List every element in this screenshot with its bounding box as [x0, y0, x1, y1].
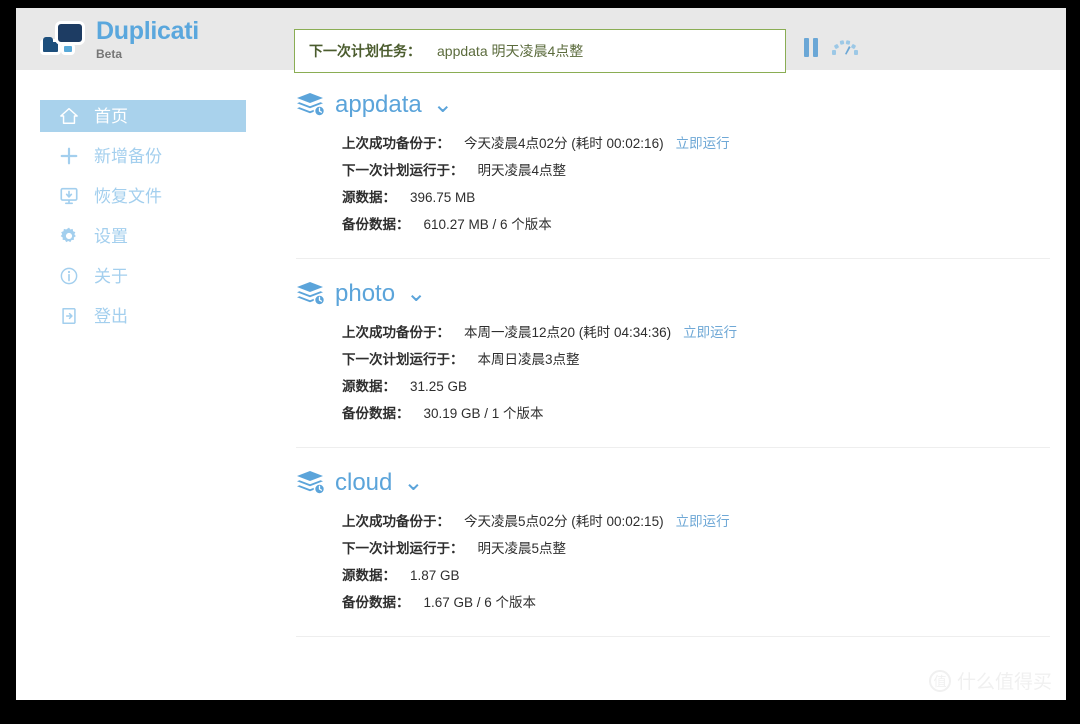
backup-header[interactable]: cloud ⌄ [296, 470, 1050, 496]
app-body: 首页 新增备份 恢复文件 设置 关于 登出 appdata ⌄ 上次成功备份于：… [16, 70, 1066, 700]
home-icon [56, 105, 82, 127]
restore-monitor-icon [56, 185, 82, 207]
backup-stack-clock-icon [296, 92, 326, 118]
sidebar-item-label: 首页 [94, 106, 128, 126]
app-header: Duplicati Beta 下一次计划任务： appdata 明天凌晨4点整 [16, 8, 1066, 73]
brand[interactable]: Duplicati Beta [40, 16, 270, 61]
source-data-value: 396.75 MB [410, 190, 476, 205]
sidebar-item-home[interactable]: 首页 [40, 100, 246, 132]
last-success-label: 上次成功备份于： [342, 325, 450, 340]
sidebar-item-restore-files[interactable]: 恢复文件 [40, 180, 246, 212]
sidebar-item-label: 新增备份 [94, 146, 162, 166]
sidebar-item-about[interactable]: 关于 [40, 260, 246, 292]
next-run-value: 本周日凌晨3点整 [477, 352, 580, 367]
source-data-label: 源数据： [342, 190, 396, 205]
sidebar-item-label: 登出 [94, 306, 128, 326]
next-run-row: 下一次计划运行于： 明天凌晨4点整 [342, 159, 1050, 179]
last-success-row: 上次成功备份于： 今天凌晨4点02分 (耗时 00:02:16) 立即运行 [342, 132, 1050, 152]
backup-list: appdata ⌄ 上次成功备份于： 今天凌晨4点02分 (耗时 00:02:1… [262, 70, 1066, 700]
chevron-down-icon[interactable]: ⌄ [406, 282, 426, 306]
source-data-label: 源数据： [342, 379, 396, 394]
backup-data-label: 备份数据： [342, 595, 410, 610]
source-data-row: 源数据： 1.87 GB [342, 564, 1050, 584]
run-now-link[interactable]: 立即运行 [683, 321, 737, 341]
backup-data-row: 备份数据： 30.19 GB / 1 个版本 [342, 402, 1050, 422]
run-now-link[interactable]: 立即运行 [676, 132, 730, 152]
chevron-down-icon[interactable]: ⌄ [433, 93, 453, 117]
brand-title: Duplicati [96, 16, 199, 45]
backup-card: cloud ⌄ 上次成功备份于： 今天凌晨5点02分 (耗时 00:02:15)… [296, 470, 1050, 637]
next-run-row: 下一次计划运行于： 本周日凌晨3点整 [342, 348, 1050, 368]
chevron-down-icon[interactable]: ⌄ [403, 471, 423, 495]
backup-card: photo ⌄ 上次成功备份于： 本周一凌晨12点20 (耗时 04:34:36… [296, 281, 1050, 448]
next-scheduled-task-banner: 下一次计划任务： appdata 明天凌晨4点整 [294, 29, 786, 73]
duplicati-app-window: Duplicati Beta 下一次计划任务： appdata 明天凌晨4点整 [16, 8, 1066, 700]
watermark: 值 什么值得买 [928, 667, 1052, 694]
watermark-text: 什么值得买 [956, 672, 1052, 693]
source-data-value: 1.87 GB [410, 568, 460, 583]
next-run-label: 下一次计划运行于： [342, 541, 464, 556]
backup-data-label: 备份数据： [342, 406, 410, 421]
backup-stack-clock-icon [296, 281, 326, 307]
backup-data-label: 备份数据： [342, 217, 410, 232]
sidebar-item-label: 恢复文件 [94, 186, 162, 206]
gear-icon [56, 225, 82, 247]
backup-name: appdata [335, 91, 422, 118]
backup-data-row: 备份数据： 610.27 MB / 6 个版本 [342, 213, 1050, 233]
last-success-value: 今天凌晨5点02分 (耗时 00:02:15) [464, 514, 664, 529]
throttle-speedometer-icon[interactable] [832, 38, 858, 57]
logo-monitor-shape [55, 21, 85, 45]
run-now-link[interactable]: 立即运行 [676, 510, 730, 530]
backup-stack-clock-icon [296, 470, 326, 496]
next-run-value: 明天凌晨4点整 [477, 163, 567, 178]
sidebar-item-label: 关于 [94, 266, 128, 286]
source-data-label: 源数据： [342, 568, 396, 583]
backup-header[interactable]: photo ⌄ [296, 281, 1050, 307]
source-data-row: 源数据： 396.75 MB [342, 186, 1050, 206]
header-tools [804, 38, 858, 57]
backup-data-row: 备份数据： 1.67 GB / 6 个版本 [342, 591, 1050, 611]
backup-name: photo [335, 280, 396, 307]
next-task-value: appdata 明天凌晨4点整 [437, 43, 584, 59]
sidebar-item-add-backup[interactable]: 新增备份 [40, 140, 246, 172]
next-run-row: 下一次计划运行于： 明天凌晨5点整 [342, 537, 1050, 557]
backup-data-value: 1.67 GB / 6 个版本 [423, 595, 537, 610]
last-success-label: 上次成功备份于： [342, 514, 450, 529]
logout-arrow-icon [56, 305, 82, 327]
next-run-value: 明天凌晨5点整 [477, 541, 567, 556]
watermark-badge: 值 [928, 669, 951, 692]
sidebar: 首页 新增备份 恢复文件 设置 关于 登出 [16, 70, 262, 700]
plus-icon [56, 145, 82, 167]
duplicati-logo-icon [40, 19, 86, 59]
logo-chip-shape [61, 43, 75, 55]
next-run-label: 下一次计划运行于： [342, 352, 464, 367]
backup-card: appdata ⌄ 上次成功备份于： 今天凌晨4点02分 (耗时 00:02:1… [296, 92, 1050, 259]
source-data-row: 源数据： 31.25 GB [342, 375, 1050, 395]
brand-subtitle: Beta [96, 46, 123, 61]
last-success-value: 本周一凌晨12点20 (耗时 04:34:36) [464, 325, 672, 340]
backup-data-value: 610.27 MB / 6 个版本 [423, 217, 552, 232]
source-data-value: 31.25 GB [410, 379, 468, 394]
sidebar-item-settings[interactable]: 设置 [40, 220, 246, 252]
info-circle-icon [56, 265, 82, 287]
sidebar-item-label: 设置 [94, 226, 128, 246]
last-success-value: 今天凌晨4点02分 (耗时 00:02:16) [464, 136, 664, 151]
pause-icon[interactable] [804, 38, 818, 57]
backup-header[interactable]: appdata ⌄ [296, 92, 1050, 118]
last-success-label: 上次成功备份于： [342, 136, 450, 151]
backup-data-value: 30.19 GB / 1 个版本 [423, 406, 544, 421]
next-task-label: 下一次计划任务： [309, 43, 421, 59]
last-success-row: 上次成功备份于： 本周一凌晨12点20 (耗时 04:34:36) 立即运行 [342, 321, 1050, 341]
last-success-row: 上次成功备份于： 今天凌晨5点02分 (耗时 00:02:15) 立即运行 [342, 510, 1050, 530]
backup-name: cloud [335, 469, 393, 496]
sidebar-item-logout[interactable]: 登出 [40, 300, 246, 332]
next-run-label: 下一次计划运行于： [342, 163, 464, 178]
